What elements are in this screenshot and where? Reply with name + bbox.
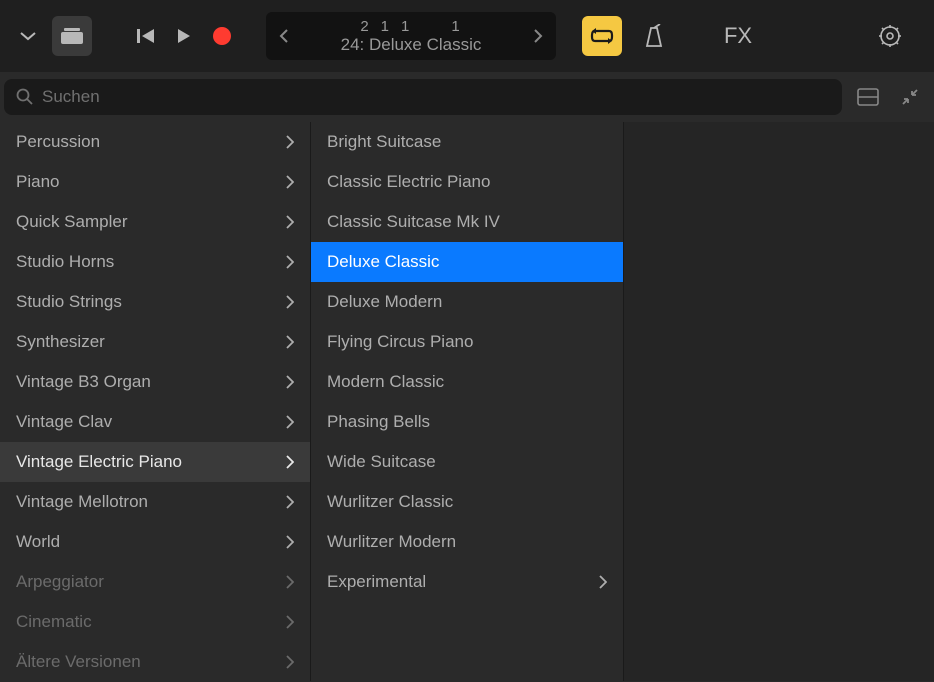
category-item[interactable]: Cinematic <box>0 602 310 642</box>
chevron-right-icon <box>286 535 294 549</box>
category-item[interactable]: World <box>0 522 310 562</box>
chevron-right-icon <box>286 295 294 309</box>
record-button[interactable] <box>212 26 232 46</box>
category-label: Vintage Mellotron <box>16 492 148 512</box>
view-mode-button[interactable] <box>852 81 884 113</box>
category-label: Studio Horns <box>16 252 114 272</box>
chevron-right-icon <box>286 135 294 149</box>
preset-label: Deluxe Modern <box>327 292 442 312</box>
preset-label: Wurlitzer Classic <box>327 492 453 512</box>
category-label: Quick Sampler <box>16 212 127 232</box>
category-item[interactable]: Vintage B3 Organ <box>0 362 310 402</box>
preset-label: Bright Suitcase <box>327 132 441 152</box>
gear-icon <box>878 24 902 48</box>
chevron-right-icon <box>286 415 294 429</box>
browser-columns: Percussion Piano Quick Sampler Studio Horns… <box>0 122 934 681</box>
fx-button[interactable]: FX <box>718 16 758 56</box>
loop-button[interactable] <box>582 16 622 56</box>
chevron-right-icon <box>286 615 294 629</box>
chevron-right-icon <box>286 335 294 349</box>
play-button[interactable] <box>176 27 192 45</box>
chevron-right-icon <box>599 575 607 589</box>
category-label: Vintage Electric Piano <box>16 452 182 472</box>
preset-item[interactable]: Modern Classic <box>311 362 623 402</box>
preset-item[interactable]: Deluxe Classic <box>311 242 623 282</box>
library-button[interactable] <box>52 16 92 56</box>
chevron-right-icon <box>286 255 294 269</box>
preset-item[interactable]: Wurlitzer Classic <box>311 482 623 522</box>
metronome-button[interactable] <box>634 16 674 56</box>
preset-label: Modern Classic <box>327 372 444 392</box>
preset-prev-button[interactable] <box>272 12 296 60</box>
preset-item[interactable]: Wurlitzer Modern <box>311 522 623 562</box>
panel-icon <box>857 88 879 106</box>
chevron-right-icon <box>286 575 294 589</box>
settings-button[interactable] <box>870 16 910 56</box>
category-item[interactable]: Studio Horns <box>0 242 310 282</box>
display-counter: 2 1 1 1 <box>360 18 461 35</box>
chevron-right-icon <box>286 655 294 669</box>
preset-label: Wide Suitcase <box>327 452 436 472</box>
chevron-right-icon <box>286 175 294 189</box>
preset-item[interactable]: Deluxe Modern <box>311 282 623 322</box>
preset-label: Experimental <box>327 572 426 592</box>
rewind-button[interactable] <box>136 27 156 45</box>
category-column: Percussion Piano Quick Sampler Studio Horns… <box>0 122 310 681</box>
search-icon <box>16 88 34 106</box>
category-label: Percussion <box>16 132 100 152</box>
preset-column: Bright Suitcase Classic Electric Piano Cla… <box>310 122 623 681</box>
collapse-button[interactable] <box>894 81 926 113</box>
preset-label: Phasing Bells <box>327 412 430 432</box>
category-label: Vintage Clav <box>16 412 112 432</box>
category-label: World <box>16 532 60 552</box>
category-item[interactable]: Vintage Mellotron <box>0 482 310 522</box>
search-input[interactable] <box>42 87 830 107</box>
category-item[interactable]: Studio Strings <box>0 282 310 322</box>
category-item[interactable]: Vintage Clav <box>0 402 310 442</box>
chevron-right-icon <box>286 455 294 469</box>
category-label: Ältere Versionen <box>16 652 141 672</box>
category-label: Piano <box>16 172 59 192</box>
search-row <box>0 72 934 122</box>
category-label: Studio Strings <box>16 292 122 312</box>
chevron-right-icon <box>286 495 294 509</box>
display-preset-name: 24: Deluxe Classic <box>341 35 482 55</box>
category-label: Arpeggiator <box>16 572 104 592</box>
category-item[interactable]: Percussion <box>0 122 310 162</box>
search-box <box>4 79 842 115</box>
preset-next-button[interactable] <box>526 12 550 60</box>
category-item[interactable]: Vintage Electric Piano <box>0 442 310 482</box>
category-item[interactable]: Piano <box>0 162 310 202</box>
detail-column <box>623 122 934 681</box>
preset-label: Deluxe Classic <box>327 252 439 272</box>
preset-item[interactable]: Flying Circus Piano <box>311 322 623 362</box>
category-item[interactable]: Synthesizer <box>0 322 310 362</box>
preset-label: Classic Electric Piano <box>327 172 490 192</box>
preset-item[interactable]: Wide Suitcase <box>311 442 623 482</box>
category-item[interactable]: Ältere Versionen <box>0 642 310 682</box>
preset-label: Flying Circus Piano <box>327 332 473 352</box>
chevron-right-icon <box>286 375 294 389</box>
preset-label: Classic Suitcase Mk IV <box>327 212 500 232</box>
toolbar: 2 1 1 1 24: Deluxe Classic FX <box>0 0 934 72</box>
category-item[interactable]: Quick Sampler <box>0 202 310 242</box>
loop-icon <box>590 27 614 45</box>
preset-label: Wurlitzer Modern <box>327 532 456 552</box>
preset-item[interactable]: Classic Suitcase Mk IV <box>311 202 623 242</box>
preset-item[interactable]: Bright Suitcase <box>311 122 623 162</box>
preset-item[interactable]: Phasing Bells <box>311 402 623 442</box>
category-label: Synthesizer <box>16 332 105 352</box>
preset-item[interactable]: Experimental <box>311 562 623 602</box>
category-label: Cinematic <box>16 612 92 632</box>
metronome-icon <box>643 24 665 48</box>
preset-item[interactable]: Classic Electric Piano <box>311 162 623 202</box>
chevron-right-icon <box>286 215 294 229</box>
display-panel: 2 1 1 1 24: Deluxe Classic <box>266 12 556 60</box>
category-item[interactable]: Arpeggiator <box>0 562 310 602</box>
collapse-icon <box>900 87 920 107</box>
dropdown-button[interactable] <box>8 16 48 56</box>
category-label: Vintage B3 Organ <box>16 372 151 392</box>
